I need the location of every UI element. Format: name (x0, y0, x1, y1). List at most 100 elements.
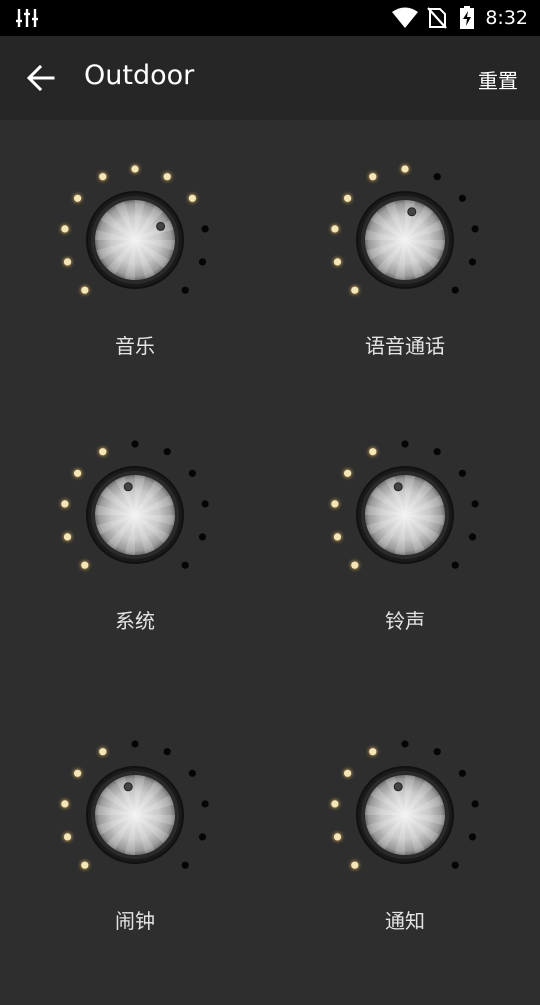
level-led-off (163, 448, 171, 456)
level-led-on (351, 561, 359, 569)
level-led-on (369, 748, 377, 756)
level-led-off (201, 225, 209, 233)
level-led-on (333, 258, 342, 266)
battery-charging-icon (460, 6, 474, 29)
level-led-on (61, 225, 69, 233)
level-led-off (181, 861, 189, 869)
level-led-off (433, 748, 441, 756)
level-led-on (63, 258, 72, 266)
knob-label: 语音通话 (365, 334, 445, 358)
level-led-on (63, 533, 72, 541)
level-led-off (201, 500, 209, 508)
knob-indicator (123, 782, 133, 792)
level-led-on (131, 165, 139, 173)
knob-indicator (156, 221, 166, 231)
wifi-icon (392, 7, 418, 28)
volume-knob[interactable] (325, 160, 485, 320)
level-led-off (188, 769, 196, 777)
level-led-on (74, 769, 82, 777)
level-led-off (401, 740, 409, 748)
level-led-off (181, 561, 189, 569)
level-led-on (331, 225, 339, 233)
level-led-off (433, 448, 441, 456)
knob-label: 铃声 (385, 609, 425, 633)
level-led-on (63, 833, 72, 841)
level-led-on (99, 448, 107, 456)
level-led-on (163, 173, 171, 181)
level-led-off (458, 769, 466, 777)
knob-indicator (393, 782, 403, 792)
level-led-on (74, 469, 82, 477)
level-led-off (451, 561, 459, 569)
volume-knob[interactable] (55, 735, 215, 895)
level-led-on (369, 173, 377, 181)
reset-button[interactable]: 重置 (478, 65, 518, 94)
level-led-on (333, 833, 342, 841)
level-led-on (188, 194, 196, 202)
level-led-off (433, 173, 441, 181)
level-led-on (99, 173, 107, 181)
volume-knob[interactable] (325, 435, 485, 595)
volume-knob-cell: 音乐 (0, 140, 270, 430)
level-led-off (451, 286, 459, 294)
level-led-off (471, 500, 479, 508)
no-sim-icon (427, 7, 447, 29)
level-led-on (401, 165, 409, 173)
level-led-off (163, 748, 171, 756)
level-led-on (351, 861, 359, 869)
arrow-left-icon (27, 65, 55, 91)
level-led-on (81, 286, 89, 294)
level-led-on (344, 194, 352, 202)
knob-label: 系统 (115, 609, 155, 633)
volume-knob[interactable] (55, 435, 215, 595)
level-led-off (468, 533, 477, 541)
level-led-on (99, 748, 107, 756)
level-led-off (131, 440, 139, 448)
level-led-on (331, 500, 339, 508)
level-led-off (471, 800, 479, 808)
back-button[interactable] (18, 58, 64, 98)
level-led-on (81, 561, 89, 569)
level-led-off (401, 440, 409, 448)
volume-knob-cell: 系统 (0, 415, 270, 705)
level-led-off (198, 833, 207, 841)
volume-knob-cell: 语音通话 (270, 140, 540, 430)
level-led-on (351, 286, 359, 294)
status-clock: 8:32 (485, 7, 528, 29)
level-led-on (344, 469, 352, 477)
level-led-off (458, 194, 466, 202)
level-led-off (181, 286, 189, 294)
knob-indicator (407, 207, 417, 217)
knob-indicator (393, 482, 403, 492)
level-led-off (198, 533, 207, 541)
knob-indicator (123, 482, 133, 492)
level-led-on (369, 448, 377, 456)
level-led-off (131, 740, 139, 748)
volume-knob-cell: 闹钟 (0, 715, 270, 1005)
level-led-on (61, 500, 69, 508)
level-led-on (344, 769, 352, 777)
level-led-off (188, 469, 196, 477)
level-led-off (458, 469, 466, 477)
level-led-on (333, 533, 342, 541)
app-bar: Outdoor 重置 (0, 36, 540, 120)
page-title: Outdoor (84, 60, 195, 91)
level-led-on (81, 861, 89, 869)
level-led-on (331, 800, 339, 808)
level-led-off (468, 833, 477, 841)
volume-knob-cell: 铃声 (270, 415, 540, 705)
level-led-off (198, 258, 207, 266)
level-led-off (471, 225, 479, 233)
volume-knob-cell: 通知 (270, 715, 540, 1005)
knob-label: 通知 (385, 909, 425, 933)
knob-label: 闹钟 (115, 909, 155, 933)
equalizer-icon (16, 9, 38, 27)
level-led-on (61, 800, 69, 808)
level-led-off (468, 258, 477, 266)
level-led-off (451, 861, 459, 869)
status-bar: 8:32 (0, 0, 540, 36)
knob-label: 音乐 (115, 334, 155, 358)
volume-knob[interactable] (55, 160, 215, 320)
level-led-off (201, 800, 209, 808)
volume-knob[interactable] (325, 735, 485, 895)
